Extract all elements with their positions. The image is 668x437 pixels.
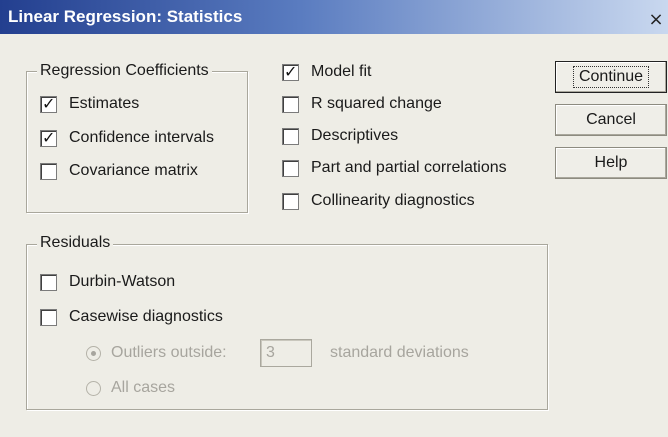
checkbox-box[interactable] bbox=[40, 308, 57, 326]
casewise-diagnostics-checkbox[interactable]: Casewise diagnostics bbox=[40, 306, 223, 328]
durbin-watson-checkbox[interactable]: Durbin-Watson bbox=[40, 271, 175, 293]
check-icon: ✓ bbox=[42, 127, 56, 147]
covariance-matrix-label: Covariance matrix bbox=[69, 162, 198, 179]
dialog-title: Linear Regression: Statistics bbox=[8, 7, 243, 26]
outliers-outside-radio[interactable]: Outliers outside: bbox=[86, 342, 227, 364]
checkbox-box[interactable] bbox=[40, 162, 57, 180]
covariance-matrix-checkbox[interactable]: Covariance matrix bbox=[40, 160, 198, 182]
r-squared-change-checkbox[interactable]: R squared change bbox=[282, 93, 442, 115]
cancel-label: Cancel bbox=[586, 111, 636, 128]
standard-deviations-label: standard deviations bbox=[330, 344, 469, 361]
radio-selected-icon bbox=[86, 345, 101, 361]
all-cases-label: All cases bbox=[111, 379, 176, 396]
radio-unselected-icon bbox=[86, 380, 101, 396]
checkbox-box[interactable]: ✓ bbox=[282, 61, 299, 81]
title-bar: Linear Regression: Statistics × bbox=[0, 0, 668, 34]
r-squared-change-label: R squared change bbox=[311, 95, 442, 112]
estimates-label: Estimates bbox=[69, 95, 140, 112]
help-label: Help bbox=[594, 154, 628, 171]
dialog-body: Regression Coefficients ✓ Estimates ✓ Co… bbox=[0, 34, 668, 437]
checkbox-box[interactable]: ✓ bbox=[40, 127, 57, 147]
descriptives-label: Descriptives bbox=[311, 127, 399, 144]
confidence-intervals-label: Confidence intervals bbox=[69, 129, 214, 146]
dialog-window: Linear Regression: Statistics × Regressi… bbox=[0, 0, 668, 437]
outliers-std-dev-input[interactable]: 3 bbox=[260, 339, 312, 367]
checkbox-box[interactable] bbox=[282, 95, 299, 113]
model-fit-checkbox[interactable]: ✓ Model fit bbox=[282, 61, 371, 83]
continue-label: Continue bbox=[572, 66, 650, 88]
all-cases-radio[interactable]: All cases bbox=[86, 377, 175, 399]
durbin-watson-label: Durbin-Watson bbox=[69, 273, 176, 290]
regression-coefficients-legend: Regression Coefficients bbox=[37, 62, 212, 80]
confidence-intervals-checkbox[interactable]: ✓ Confidence intervals bbox=[40, 127, 214, 149]
continue-button[interactable]: Continue bbox=[555, 61, 667, 93]
casewise-diagnostics-label: Casewise diagnostics bbox=[69, 308, 223, 325]
collinearity-diagnostics-label: Collinearity diagnostics bbox=[311, 192, 475, 209]
outliers-std-dev-value: 3 bbox=[266, 344, 275, 361]
residuals-legend: Residuals bbox=[37, 234, 114, 252]
checkbox-box[interactable]: ✓ bbox=[40, 93, 57, 113]
part-partial-correlations-checkbox[interactable]: Part and partial correlations bbox=[282, 157, 507, 179]
check-icon: ✓ bbox=[284, 61, 298, 81]
descriptives-checkbox[interactable]: Descriptives bbox=[282, 125, 398, 147]
checkbox-box[interactable] bbox=[282, 192, 299, 210]
collinearity-diagnostics-checkbox[interactable]: Collinearity diagnostics bbox=[282, 190, 475, 212]
checkbox-box[interactable] bbox=[282, 159, 299, 177]
close-icon[interactable]: × bbox=[644, 9, 668, 31]
help-button[interactable]: Help bbox=[555, 147, 667, 179]
cancel-button[interactable]: Cancel bbox=[555, 104, 667, 136]
estimates-checkbox[interactable]: ✓ Estimates bbox=[40, 93, 139, 115]
model-fit-label: Model fit bbox=[311, 63, 372, 80]
check-icon: ✓ bbox=[42, 93, 56, 113]
checkbox-box[interactable] bbox=[282, 127, 299, 145]
part-partial-correlations-label: Part and partial correlations bbox=[311, 159, 507, 176]
outliers-outside-label: Outliers outside: bbox=[111, 344, 227, 361]
checkbox-box[interactable] bbox=[40, 273, 57, 291]
